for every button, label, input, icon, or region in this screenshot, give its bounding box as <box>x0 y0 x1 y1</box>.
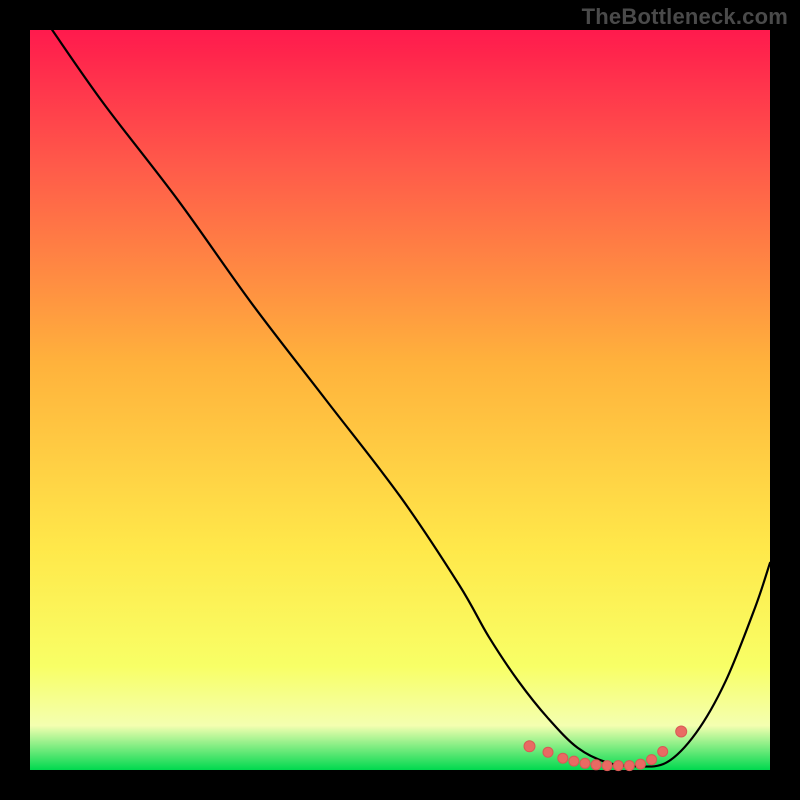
highlight-dot <box>543 747 553 757</box>
highlight-dot <box>591 760 601 770</box>
highlight-dot <box>613 761 623 771</box>
highlight-dot <box>658 747 668 757</box>
watermark-text: TheBottleneck.com <box>582 4 788 30</box>
highlight-dot <box>636 759 646 769</box>
highlight-dot <box>569 756 579 766</box>
bottleneck-chart <box>0 0 800 800</box>
highlight-dot <box>647 755 657 765</box>
highlight-dot <box>524 741 535 752</box>
highlight-dot <box>676 726 687 737</box>
highlight-dot <box>580 758 590 768</box>
chart-frame: TheBottleneck.com <box>0 0 800 800</box>
plot-area <box>30 30 770 770</box>
highlight-dot <box>602 761 612 771</box>
highlight-dot <box>558 753 568 763</box>
highlight-dot <box>624 761 634 771</box>
